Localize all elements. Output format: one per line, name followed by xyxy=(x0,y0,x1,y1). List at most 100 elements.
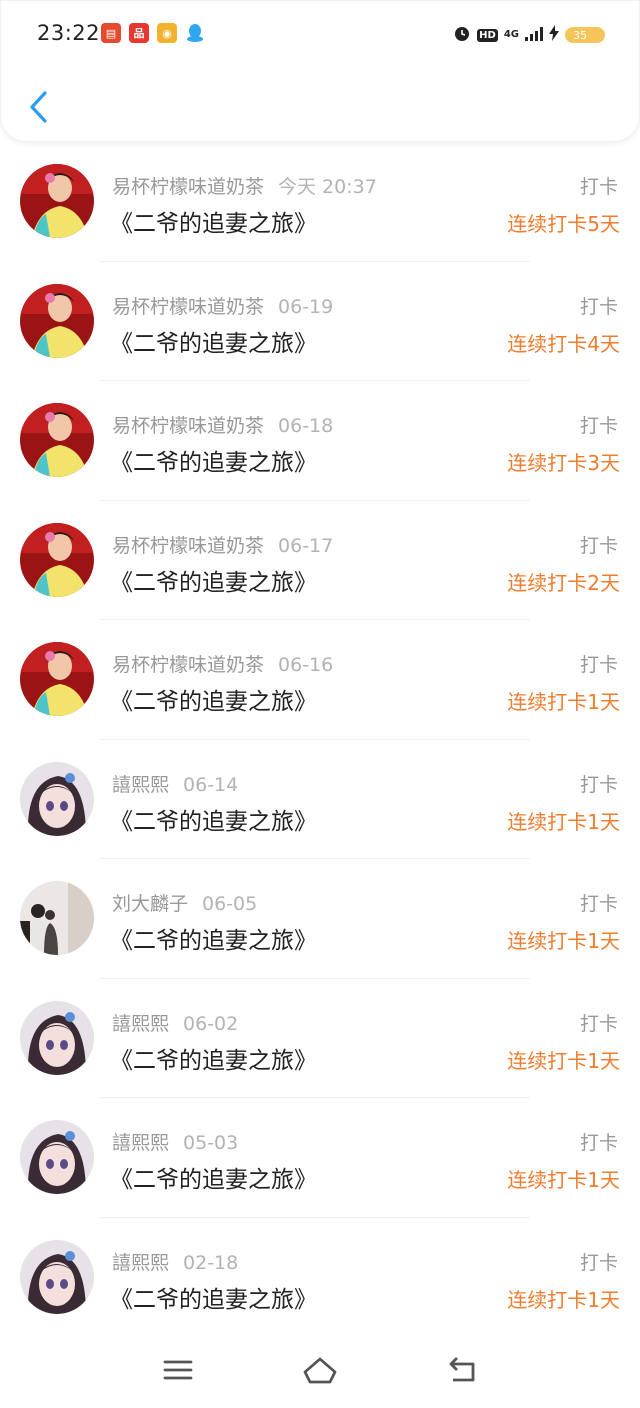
qq-icon xyxy=(185,23,205,43)
alarm-icon xyxy=(453,24,471,46)
username[interactable]: 易杯柠檬味道奶茶 xyxy=(112,176,264,198)
user-avatar[interactable] xyxy=(20,283,94,358)
checkin-date: 06-05 xyxy=(202,893,258,915)
checkin-label: 打卡 xyxy=(579,176,618,198)
checkin-label: 打卡 xyxy=(579,534,618,557)
user-meta: 譆熙熙 05-03 xyxy=(112,1128,238,1155)
status-bar: 23:22 ▤ 品 ◉ HD 4G 35 xyxy=(1,1,640,71)
checkin-date: 02-18 xyxy=(183,1251,239,1274)
username[interactable]: 刘大麟子 xyxy=(112,893,188,915)
book-title[interactable]: 《二爷的追妻之旅》 xyxy=(110,563,317,597)
username[interactable]: 譆熙熙 xyxy=(112,1252,169,1274)
user-meta: 易杯柠檬味道奶茶 今天 20:37 xyxy=(112,172,377,199)
user-avatar[interactable] xyxy=(20,164,94,238)
user-avatar[interactable] xyxy=(20,522,94,597)
charging-icon xyxy=(549,25,559,45)
checkin-label: 打卡 xyxy=(579,1132,618,1154)
streak-label: 连续打卡2天 xyxy=(507,570,620,595)
checkin-label: 打卡 xyxy=(579,295,618,318)
checkin-date: 06-02 xyxy=(183,1012,239,1035)
user-meta: 易杯柠檬味道奶茶 06-18 xyxy=(112,411,333,438)
user-avatar[interactable] xyxy=(20,1120,94,1194)
hd-icon: HD xyxy=(477,28,498,42)
signal-icon xyxy=(525,26,543,45)
checkin-label: 打卡 xyxy=(579,893,618,915)
user-meta: 易杯柠檬味道奶茶 06-19 xyxy=(112,292,333,319)
user-avatar[interactable] xyxy=(20,642,94,716)
book-title[interactable]: 《二爷的追妻之旅》 xyxy=(110,443,317,477)
header-card: 23:22 ▤ 品 ◉ HD 4G 35 xyxy=(0,0,640,142)
book-title[interactable]: 《二爷的追妻之旅》 xyxy=(110,204,317,238)
checkin-row[interactable]: 易杯柠檬味道奶茶 今天 20:37 《二爷的追妻之旅》 打卡连续打卡5天 xyxy=(0,142,640,262)
streak-label: 连续打卡1天 xyxy=(507,690,620,714)
checkin-row[interactable]: 譆熙熙 02-18 《二爷的追妻之旅》 打卡 连续打卡1天 xyxy=(0,1218,640,1337)
checkin-date: 今天 20:37 xyxy=(278,176,377,198)
checkin-date: 06-16 xyxy=(278,654,334,676)
streak-label: 连续打卡1天 xyxy=(507,809,620,834)
checkin-date: 06-18 xyxy=(278,415,334,437)
app-notification-icon: ▤ xyxy=(101,23,121,43)
user-meta: 易杯柠檬味道奶茶 06-17 xyxy=(112,531,333,558)
back-button[interactable] xyxy=(21,87,55,127)
checkin-date: 05-03 xyxy=(183,1132,239,1154)
back-nav-button[interactable] xyxy=(442,1352,482,1388)
notification-icons: ▤ 品 ◉ xyxy=(101,23,205,43)
checkin-date: 06-14 xyxy=(183,773,239,796)
checkin-label: 打卡 xyxy=(579,415,618,437)
chevron-left-icon xyxy=(30,91,47,123)
username[interactable]: 譆熙熙 xyxy=(112,1132,169,1154)
checkin-row[interactable]: 譆熙熙 05-03 《二爷的追妻之旅》 打卡连续打卡1天 xyxy=(0,1098,640,1218)
menu-icon xyxy=(163,1360,193,1380)
checkin-row[interactable]: 易杯柠檬味道奶茶 06-17 《二爷的追妻之旅》 打卡连续打卡2天 xyxy=(0,501,640,620)
streak-label: 连续打卡1天 xyxy=(507,1287,620,1312)
user-avatar[interactable] xyxy=(20,761,94,836)
status-time: 23:22 xyxy=(37,21,101,45)
username[interactable]: 易杯柠檬味道奶茶 xyxy=(112,296,264,318)
username[interactable]: 易杯柠檬味道奶茶 xyxy=(112,415,264,437)
book-title[interactable]: 《二爷的追妻之旅》 xyxy=(110,921,317,955)
app-notification-icon: 品 xyxy=(129,23,149,43)
checkin-label: 打卡 xyxy=(579,1012,618,1035)
checkin-date: 06-17 xyxy=(278,534,334,557)
system-nav-bar xyxy=(0,1332,640,1408)
username[interactable]: 譆熙熙 xyxy=(112,774,169,796)
username[interactable]: 易杯柠檬味道奶茶 xyxy=(112,535,264,557)
weibo-icon: ◉ xyxy=(157,23,177,43)
checkin-label: 打卡 xyxy=(579,773,618,796)
streak-label: 连续打卡3天 xyxy=(507,451,620,475)
user-avatar[interactable] xyxy=(20,1239,94,1314)
checkin-row[interactable]: 譆熙熙 06-14 《二爷的追妻之旅》 打卡连续打卡1天 xyxy=(0,740,640,859)
username[interactable]: 易杯柠檬味道奶茶 xyxy=(112,654,264,676)
checkin-row[interactable]: 刘大麟子 06-05 《二爷的追妻之旅》 打卡 连续打卡1天 xyxy=(0,859,640,979)
streak-label: 连续打卡5天 xyxy=(507,212,620,236)
book-title[interactable]: 《二爷的追妻之旅》 xyxy=(110,1280,317,1314)
book-title[interactable]: 《二爷的追妻之旅》 xyxy=(110,1041,317,1075)
streak-label: 连续打卡1天 xyxy=(507,1048,620,1073)
user-avatar[interactable] xyxy=(20,1000,94,1075)
home-icon xyxy=(303,1357,337,1384)
user-avatar[interactable] xyxy=(20,881,94,955)
streak-label: 连续打卡1天 xyxy=(507,1168,620,1192)
checkin-date: 06-19 xyxy=(278,295,334,318)
user-meta: 譆熙熙 06-02 xyxy=(112,1009,238,1036)
checkin-row[interactable]: 易杯柠檬味道奶茶 06-18 《二爷的追妻之旅》 打卡连续打卡3天 xyxy=(0,381,640,501)
checkin-row[interactable]: 易杯柠檬味道奶茶 06-19 《二爷的追妻之旅》 打卡连续打卡4天 xyxy=(0,262,640,381)
book-title[interactable]: 《二爷的追妻之旅》 xyxy=(110,802,317,836)
user-meta: 譆熙熙 06-14 xyxy=(112,770,238,797)
book-title[interactable]: 《二爷的追妻之旅》 xyxy=(110,682,317,716)
menu-button[interactable] xyxy=(158,1352,198,1388)
book-title[interactable]: 《二爷的追妻之旅》 xyxy=(110,324,317,358)
user-meta: 譆熙熙 02-18 xyxy=(112,1248,238,1275)
home-button[interactable] xyxy=(300,1352,340,1388)
checkin-row[interactable]: 譆熙熙 06-02 《二爷的追妻之旅》 打卡连续打卡1天 xyxy=(0,979,640,1098)
checkin-row[interactable]: 易杯柠檬味道奶茶 06-16 《二爷的追妻之旅》 打卡 连续打卡1天 xyxy=(0,620,640,740)
user-avatar[interactable] xyxy=(20,403,94,477)
book-title[interactable]: 《二爷的追妻之旅》 xyxy=(110,1160,317,1194)
battery-indicator: 35 xyxy=(565,27,605,43)
user-meta: 易杯柠檬味道奶茶 06-16 xyxy=(112,650,333,677)
streak-label: 连续打卡4天 xyxy=(507,331,620,356)
network-icon: 4G xyxy=(503,29,519,40)
user-meta: 刘大麟子 06-05 xyxy=(112,889,257,916)
username[interactable]: 譆熙熙 xyxy=(112,1013,169,1035)
checkin-list: 易杯柠檬味道奶茶 今天 20:37 《二爷的追妻之旅》 打卡 连续打卡5天 易杯柠檬味道奶… xyxy=(0,142,640,1337)
